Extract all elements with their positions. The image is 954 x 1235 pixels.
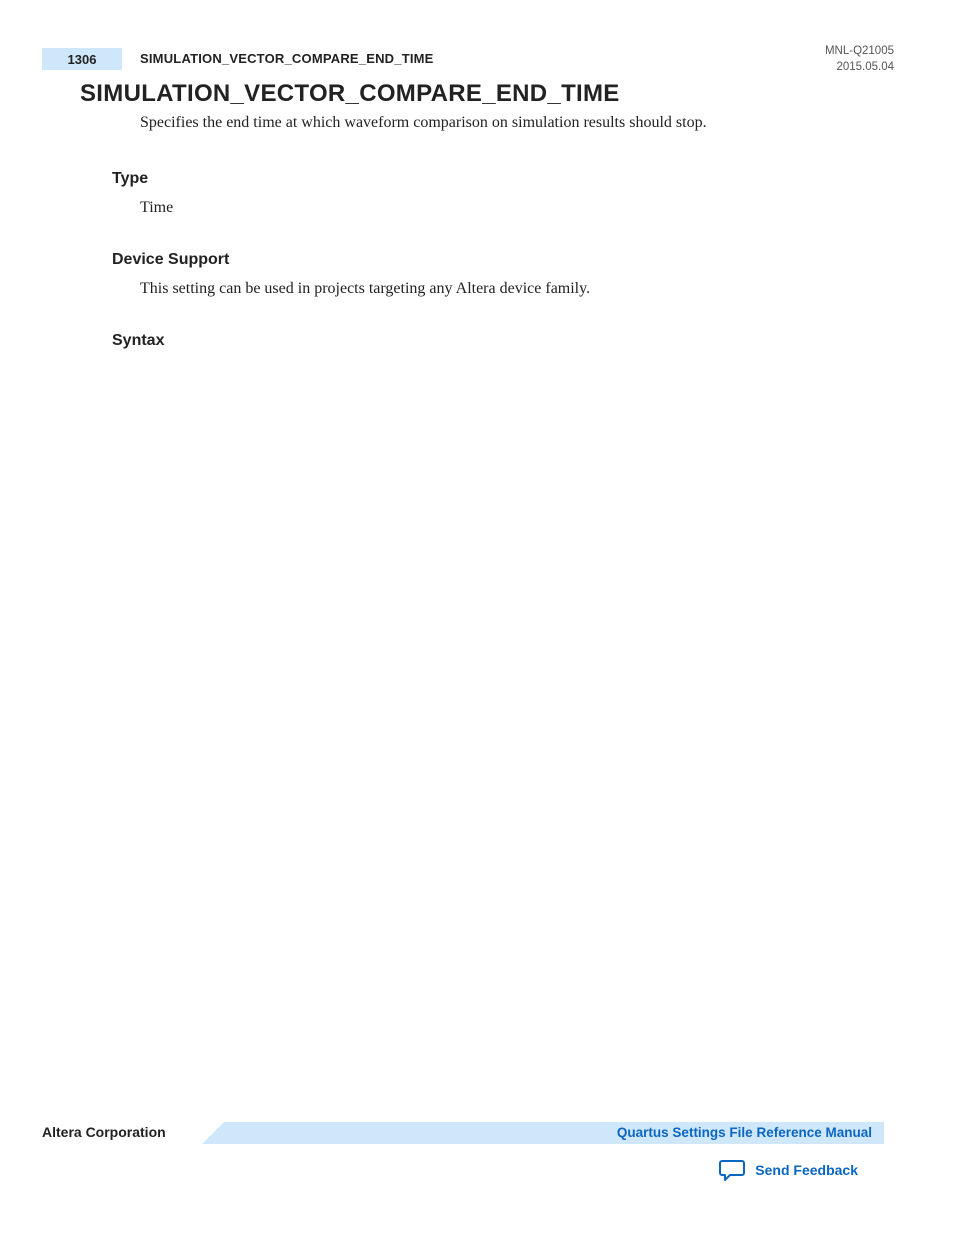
section-heading-type: Type xyxy=(112,168,874,190)
page-header: 1306 SIMULATION_VECTOR_COMPARE_END_TIME … xyxy=(42,48,894,74)
page-title: SIMULATION_VECTOR_COMPARE_END_TIME xyxy=(80,80,620,108)
send-feedback-link[interactable]: Send Feedback xyxy=(719,1158,858,1182)
section-body-type: Time xyxy=(140,197,874,219)
page-number: 1306 xyxy=(68,52,97,67)
header-running-title: SIMULATION_VECTOR_COMPARE_END_TIME xyxy=(140,51,434,66)
footer-manual-link[interactable]: Quartus Settings File Reference Manual xyxy=(617,1125,872,1140)
page-number-badge: 1306 xyxy=(42,48,122,70)
page-footer: Altera Corporation Quartus Settings File… xyxy=(42,1122,884,1144)
header-date: 2015.05.04 xyxy=(825,60,894,76)
header-meta: MNL-Q21005 2015.05.04 xyxy=(825,44,894,75)
section-heading-syntax: Syntax xyxy=(112,330,874,352)
section-body-device-support: This setting can be used in projects tar… xyxy=(140,278,874,300)
header-doc-id: MNL-Q21005 xyxy=(825,44,894,60)
footer-accent-triangle xyxy=(202,1122,224,1144)
send-feedback-label: Send Feedback xyxy=(755,1162,858,1178)
footer-company: Altera Corporation xyxy=(42,1124,166,1140)
section-heading-device-support: Device Support xyxy=(112,249,874,271)
speech-bubble-icon xyxy=(719,1158,745,1182)
intro-text: Specifies the end time at which waveform… xyxy=(140,112,874,134)
body-content: Specifies the end time at which waveform… xyxy=(140,112,874,352)
footer-accent-bar: Quartus Settings File Reference Manual xyxy=(202,1122,884,1144)
document-page: 1306 SIMULATION_VECTOR_COMPARE_END_TIME … xyxy=(0,0,954,1235)
